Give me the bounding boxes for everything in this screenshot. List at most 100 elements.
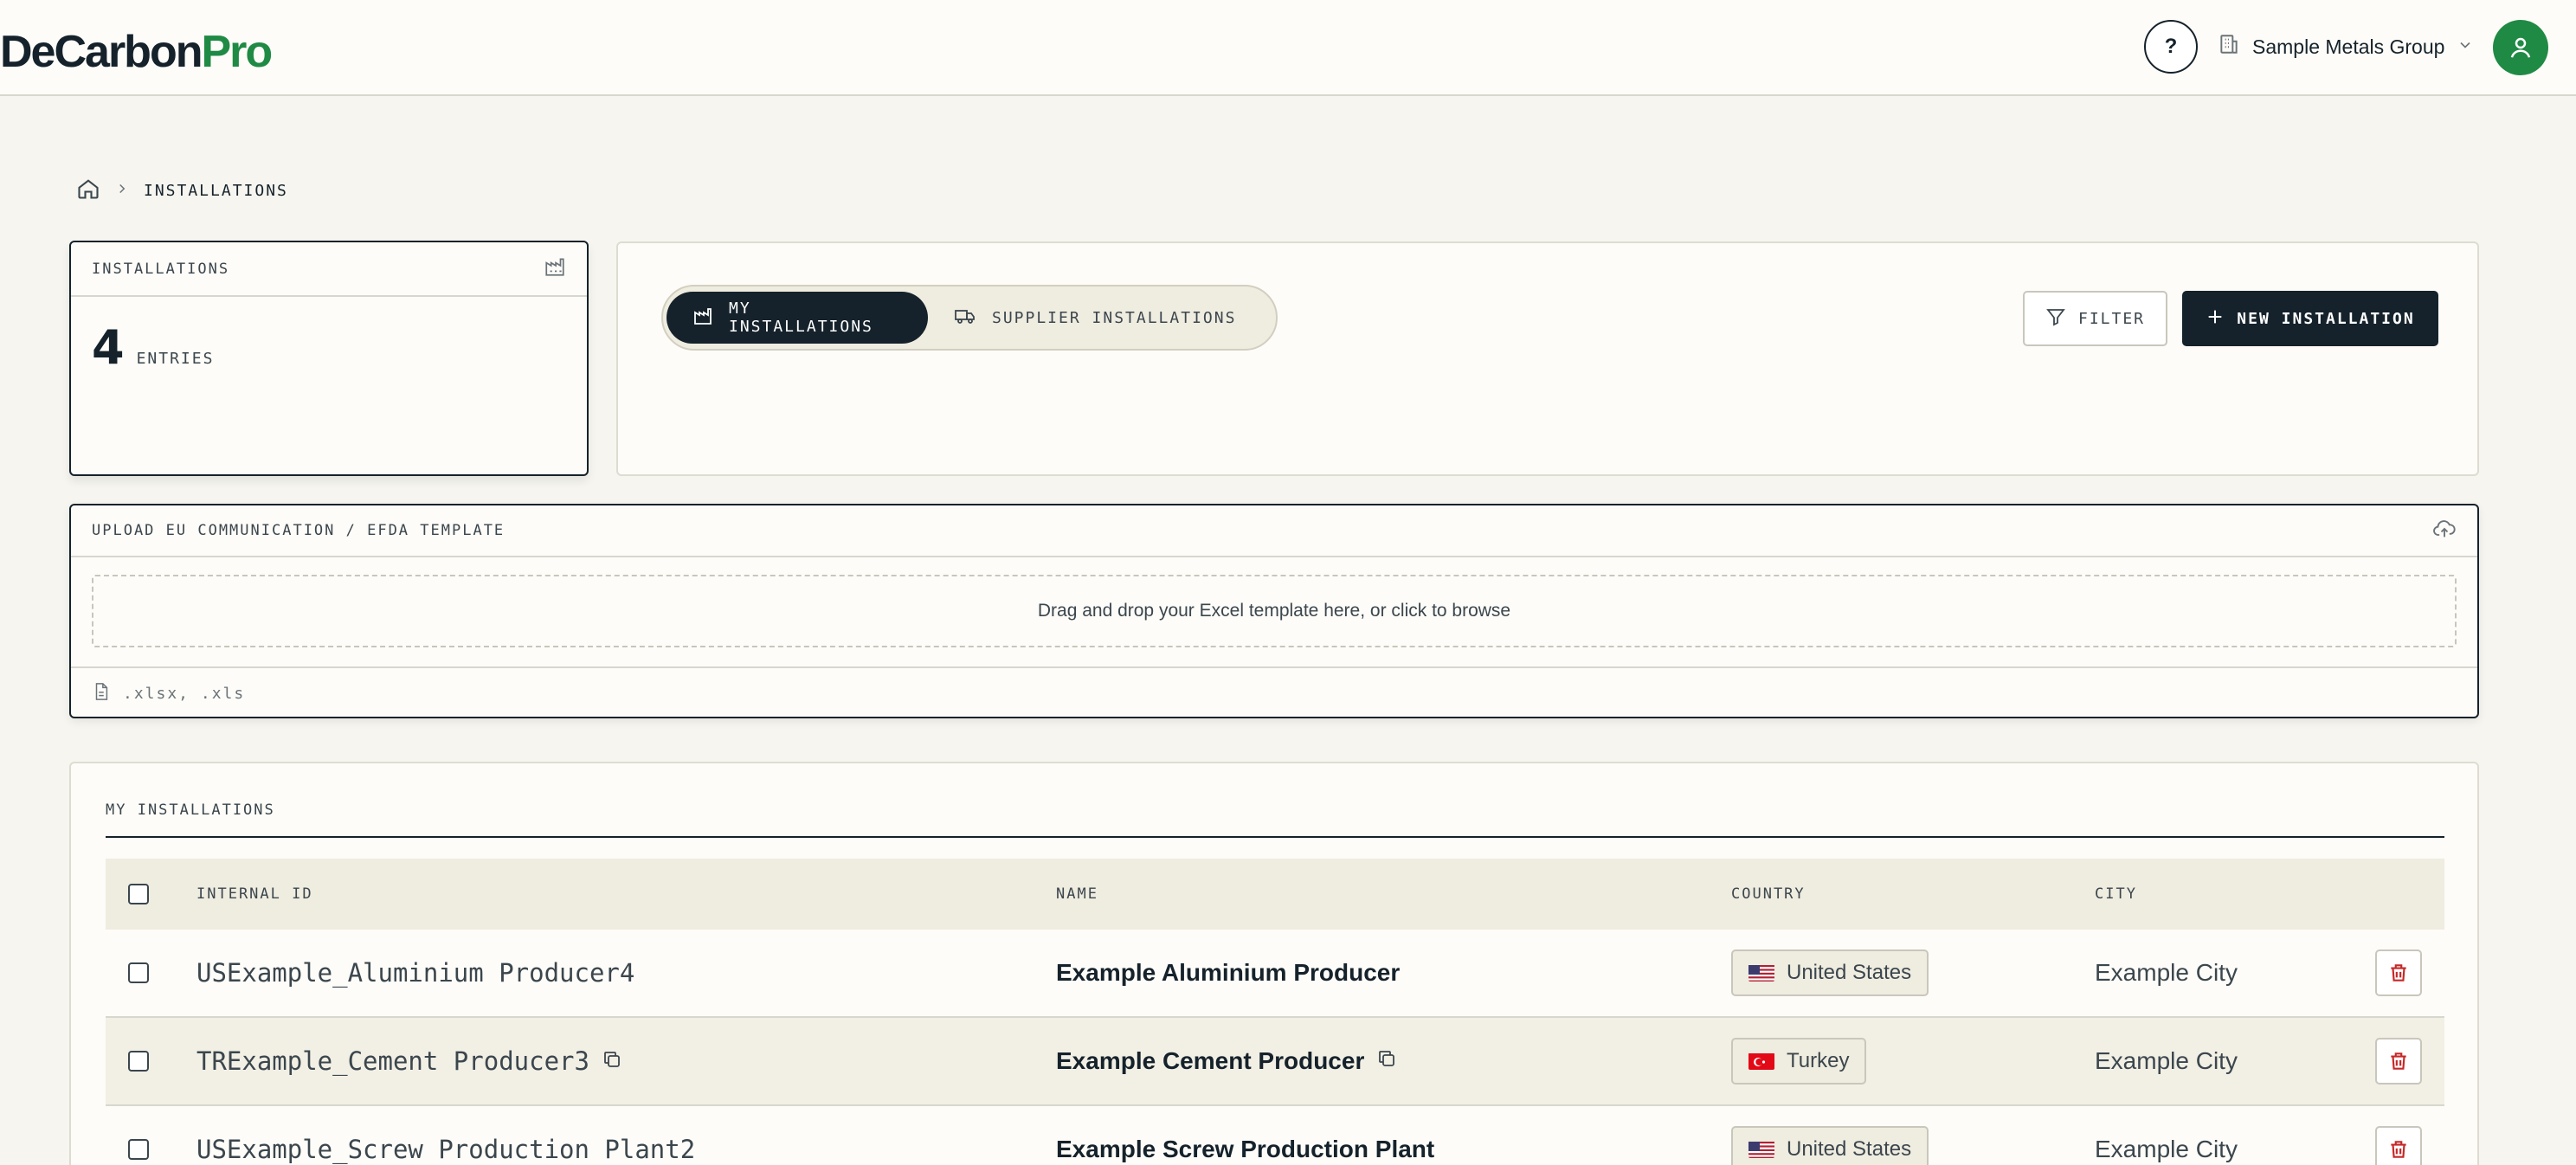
delete-button[interactable] <box>2375 949 2422 996</box>
breadcrumb: INSTALLATIONS <box>76 177 288 204</box>
internal-id: TRExample_Cement Producer3 <box>196 1046 589 1076</box>
copy-icon[interactable] <box>1376 1047 1397 1075</box>
installations-toolbar: MY INSTALLATIONS SUPPLIER INSTALLATIONS … <box>616 241 2479 476</box>
row-select-cell <box>128 1106 149 1165</box>
table-row[interactable]: TRExample_Cement Producer3 Example Cemen… <box>106 1018 2444 1106</box>
factory-icon <box>692 306 713 331</box>
factory-icon <box>544 255 566 282</box>
name-cell: Example Screw Production Plant <box>1056 1106 1434 1165</box>
installations-count-card: INSTALLATIONS 4 ENTRIES <box>69 241 589 476</box>
row-select-cell <box>128 1018 149 1104</box>
cloud-upload-icon <box>2432 517 2457 545</box>
delete-button[interactable] <box>2375 1038 2422 1085</box>
row-select-cell <box>128 930 149 1016</box>
country-badge: Turkey <box>1731 1038 1867 1085</box>
logo-accent-text: Pro <box>201 27 273 77</box>
tr-flag-icon <box>1748 1052 1774 1070</box>
table-row[interactable]: USExample_Aluminium Producer4 Example Al… <box>106 930 2444 1018</box>
tab-my-installations[interactable]: MY INSTALLATIONS <box>667 292 928 344</box>
installations-table-card: MY INSTALLATIONS INTERNAL ID NAME COUNTR… <box>69 762 2479 1165</box>
tab-label: SUPPLIER INSTALLATIONS <box>992 308 1237 327</box>
upload-card-title: UPLOAD EU COMMUNICATION / EFDA TEMPLATE <box>92 522 506 539</box>
plus-icon <box>2206 307 2225 331</box>
row-checkbox[interactable] <box>128 962 149 983</box>
installation-name[interactable]: Example Cement Producer <box>1056 1047 1364 1075</box>
filter-label: FILTER <box>2077 309 2146 328</box>
file-icon <box>92 681 111 706</box>
count-card-header: INSTALLATIONS <box>71 242 587 297</box>
upload-template-card: UPLOAD EU COMMUNICATION / EFDA TEMPLATE … <box>69 504 2479 718</box>
table-title-divider <box>106 836 2444 838</box>
delete-button[interactable] <box>2375 1126 2422 1165</box>
tab-label: MY INSTALLATIONS <box>729 299 873 336</box>
country-badge: United States <box>1731 1126 1929 1165</box>
dropzone-text: Drag and drop your Excel template here, … <box>1037 601 1511 621</box>
country-name: United States <box>1787 1137 1912 1161</box>
trash-icon <box>2391 1052 2406 1070</box>
installation-tabs: MY INSTALLATIONS SUPPLIER INSTALLATIONS <box>661 285 1278 351</box>
city-name: Example City <box>2095 1047 2238 1074</box>
entries-count-label: ENTRIES <box>136 350 215 368</box>
help-button[interactable]: ? <box>2144 20 2198 74</box>
column-header-name[interactable]: NAME <box>1056 859 1098 930</box>
city-cell: Example City <box>2095 1018 2238 1104</box>
internal-id-cell: USExample_Aluminium Producer4 <box>196 930 634 1016</box>
select-all-cell <box>128 859 149 930</box>
city-cell: Example City <box>2095 930 2238 1016</box>
chevron-right-icon <box>114 181 130 201</box>
accepted-formats: .xlsx, .xls <box>123 684 246 703</box>
name-cell: Example Aluminium Producer <box>1056 930 1400 1016</box>
city-cell: Example City <box>2095 1106 2238 1165</box>
internal-id-cell: TRExample_Cement Producer3 <box>196 1018 622 1104</box>
user-icon <box>2510 37 2531 58</box>
breadcrumb-current: INSTALLATIONS <box>144 181 288 200</box>
count-card-title: INSTALLATIONS <box>92 260 230 278</box>
entries-count: 4 ENTRIES <box>92 320 214 375</box>
internal-id: USExample_Screw Production Plant2 <box>196 1135 696 1164</box>
installation-name[interactable]: Example Screw Production Plant <box>1056 1136 1434 1163</box>
country-cell: Turkey <box>1731 1018 1867 1104</box>
column-header-internal-id[interactable]: INTERNAL ID <box>196 859 313 930</box>
organization-switcher[interactable]: Sample Metals Group <box>2218 26 2474 68</box>
trash-icon <box>2391 964 2406 982</box>
upload-footer: .xlsx, .xls <box>71 666 2477 718</box>
installation-name[interactable]: Example Aluminium Producer <box>1056 959 1400 987</box>
trash-icon <box>2391 1141 2406 1158</box>
filter-button[interactable]: FILTER <box>2023 291 2167 346</box>
upload-card-header: UPLOAD EU COMMUNICATION / EFDA TEMPLATE <box>71 505 2477 557</box>
app-logo[interactable]: DeCarbonPro <box>0 24 273 80</box>
actions-cell <box>2375 1106 2422 1165</box>
actions-cell <box>2375 1018 2422 1104</box>
file-dropzone[interactable]: Drag and drop your Excel template here, … <box>92 575 2457 647</box>
column-header-country[interactable]: COUNTRY <box>1731 859 1806 930</box>
new-installation-button[interactable]: NEW INSTALLATION <box>2182 291 2438 346</box>
copy-icon[interactable] <box>602 1046 622 1076</box>
country-cell: United States <box>1731 930 1929 1016</box>
us-flag-icon <box>1748 964 1774 982</box>
row-checkbox[interactable] <box>128 1139 149 1160</box>
column-header-city[interactable]: CITY <box>2095 859 2137 930</box>
us-flag-icon <box>1748 1141 1774 1158</box>
building-icon <box>2218 33 2240 61</box>
logo-main-text: DeCarbon <box>0 27 203 77</box>
home-icon[interactable] <box>76 177 100 205</box>
country-name: Turkey <box>1787 1049 1850 1072</box>
entries-count-number: 4 <box>92 320 125 375</box>
truck-icon <box>954 306 976 331</box>
internal-id-cell: USExample_Screw Production Plant2 <box>196 1106 695 1165</box>
select-all-checkbox[interactable] <box>128 884 149 904</box>
top-header: DeCarbonPro ? Sample Metals Group <box>0 0 2576 96</box>
tab-supplier-installations[interactable]: SUPPLIER INSTALLATIONS <box>928 292 1262 344</box>
city-name: Example City <box>2095 959 2238 986</box>
table-title: MY INSTALLATIONS <box>106 801 275 819</box>
actions-cell <box>2375 930 2422 1016</box>
internal-id: USExample_Aluminium Producer4 <box>196 958 635 988</box>
organization-name: Sample Metals Group <box>2252 35 2445 58</box>
country-cell: United States <box>1731 1106 1929 1165</box>
table-row[interactable]: USExample_Screw Production Plant2 Exampl… <box>106 1106 2444 1165</box>
row-checkbox[interactable] <box>128 1051 149 1072</box>
table-header-row: INTERNAL ID NAME COUNTRY CITY <box>106 859 2444 930</box>
user-avatar[interactable] <box>2493 20 2548 75</box>
city-name: Example City <box>2095 1136 2238 1162</box>
country-badge: United States <box>1731 949 1929 996</box>
